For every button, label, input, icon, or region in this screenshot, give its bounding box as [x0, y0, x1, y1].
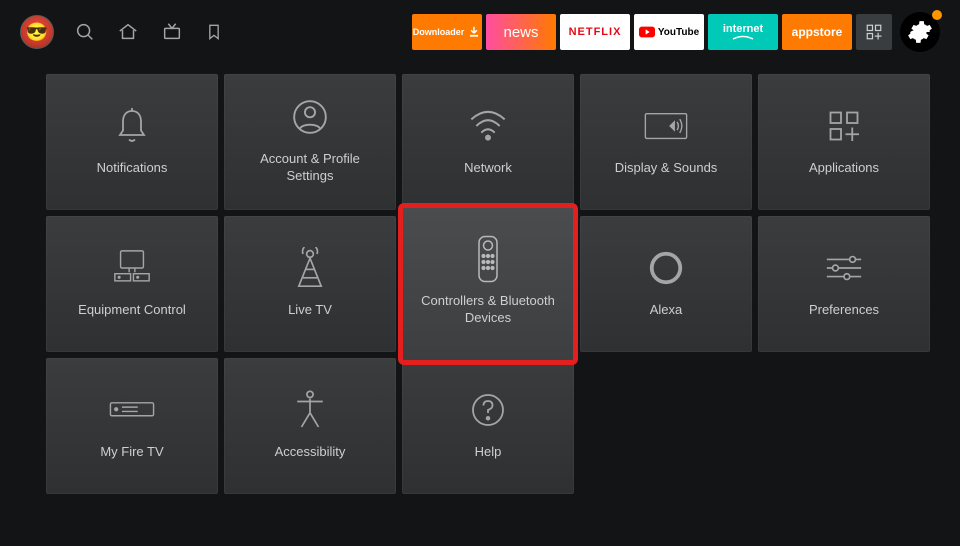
app-downloader-label: Downloader	[413, 27, 465, 37]
app-appstore-label: appstore	[792, 25, 843, 39]
app-news-label: news	[503, 24, 538, 41]
tile-live-tv[interactable]: Live TV	[224, 216, 396, 352]
tile-label: Display & Sounds	[615, 160, 718, 177]
profile-icon	[291, 95, 329, 139]
app-youtube-label: YouTube	[658, 27, 699, 38]
tile-label: Applications	[809, 160, 879, 177]
tile-label: Equipment Control	[78, 302, 186, 319]
sliders-icon	[824, 246, 864, 290]
app-internet-label: internet	[723, 24, 763, 35]
nav-icons	[74, 21, 224, 43]
tile-accessibility[interactable]: Accessibility	[224, 358, 396, 494]
tile-controllers-bluetooth[interactable]: Controllers & Bluetooth Devices	[402, 207, 574, 361]
tile-display-sounds[interactable]: Display & Sounds	[580, 74, 752, 210]
antenna-icon	[293, 246, 327, 290]
remote-icon	[477, 237, 499, 281]
app-youtube[interactable]: YouTube	[634, 14, 704, 50]
tile-label: Preferences	[809, 302, 879, 319]
apps-icon	[826, 104, 862, 148]
tile-label: Network	[464, 160, 512, 177]
alexa-icon	[647, 246, 685, 290]
settings-button-wrap	[896, 12, 940, 52]
app-netflix-label: NETFLIX	[569, 26, 622, 38]
live-tv-icon[interactable]	[160, 21, 184, 43]
tile-equipment-control[interactable]: Equipment Control	[46, 216, 218, 352]
topbar: 😎 Downloader news NETFLIX YouTube	[0, 0, 960, 64]
tile-preferences[interactable]: Preferences	[758, 216, 930, 352]
tile-applications[interactable]: Applications	[758, 74, 930, 210]
home-icon[interactable]	[116, 21, 140, 43]
equipment-icon	[112, 246, 152, 290]
settings-grid: Notifications Account & Profile Settings…	[0, 64, 960, 514]
bell-icon	[114, 104, 150, 148]
tile-label: Alexa	[650, 302, 683, 319]
app-appstore[interactable]: appstore	[782, 14, 852, 50]
tile-my-fire-tv[interactable]: My Fire TV	[46, 358, 218, 494]
app-news[interactable]: news	[486, 14, 556, 50]
help-icon	[470, 388, 506, 432]
tile-label: Accessibility	[275, 444, 346, 461]
tile-alexa[interactable]: Alexa	[580, 216, 752, 352]
search-icon[interactable]	[74, 21, 96, 43]
tile-label: Account & Profile Settings	[235, 151, 385, 185]
tile-label: Notifications	[97, 160, 168, 177]
apps-grid-button[interactable]	[856, 14, 892, 50]
wifi-icon	[468, 104, 508, 148]
app-tiles: Downloader news NETFLIX YouTube internet…	[412, 12, 940, 52]
tile-label: Help	[475, 444, 502, 461]
profile-avatar[interactable]: 😎	[20, 15, 54, 49]
app-internet[interactable]: internet	[708, 14, 778, 50]
firetv-icon	[109, 388, 155, 432]
display-sound-icon	[644, 104, 688, 148]
accessibility-icon	[293, 388, 327, 432]
settings-notification-dot	[932, 10, 942, 20]
tile-network[interactable]: Network	[402, 74, 574, 210]
tile-help[interactable]: Help	[402, 358, 574, 494]
tile-notifications[interactable]: Notifications	[46, 74, 218, 210]
tile-label: Controllers & Bluetooth Devices	[413, 293, 563, 327]
app-downloader[interactable]: Downloader	[412, 14, 482, 50]
app-netflix[interactable]: NETFLIX	[560, 14, 630, 50]
tile-account-profile[interactable]: Account & Profile Settings	[224, 74, 396, 210]
tile-label: Live TV	[288, 302, 332, 319]
tile-label: My Fire TV	[100, 444, 163, 461]
bookmark-icon[interactable]	[204, 21, 224, 43]
